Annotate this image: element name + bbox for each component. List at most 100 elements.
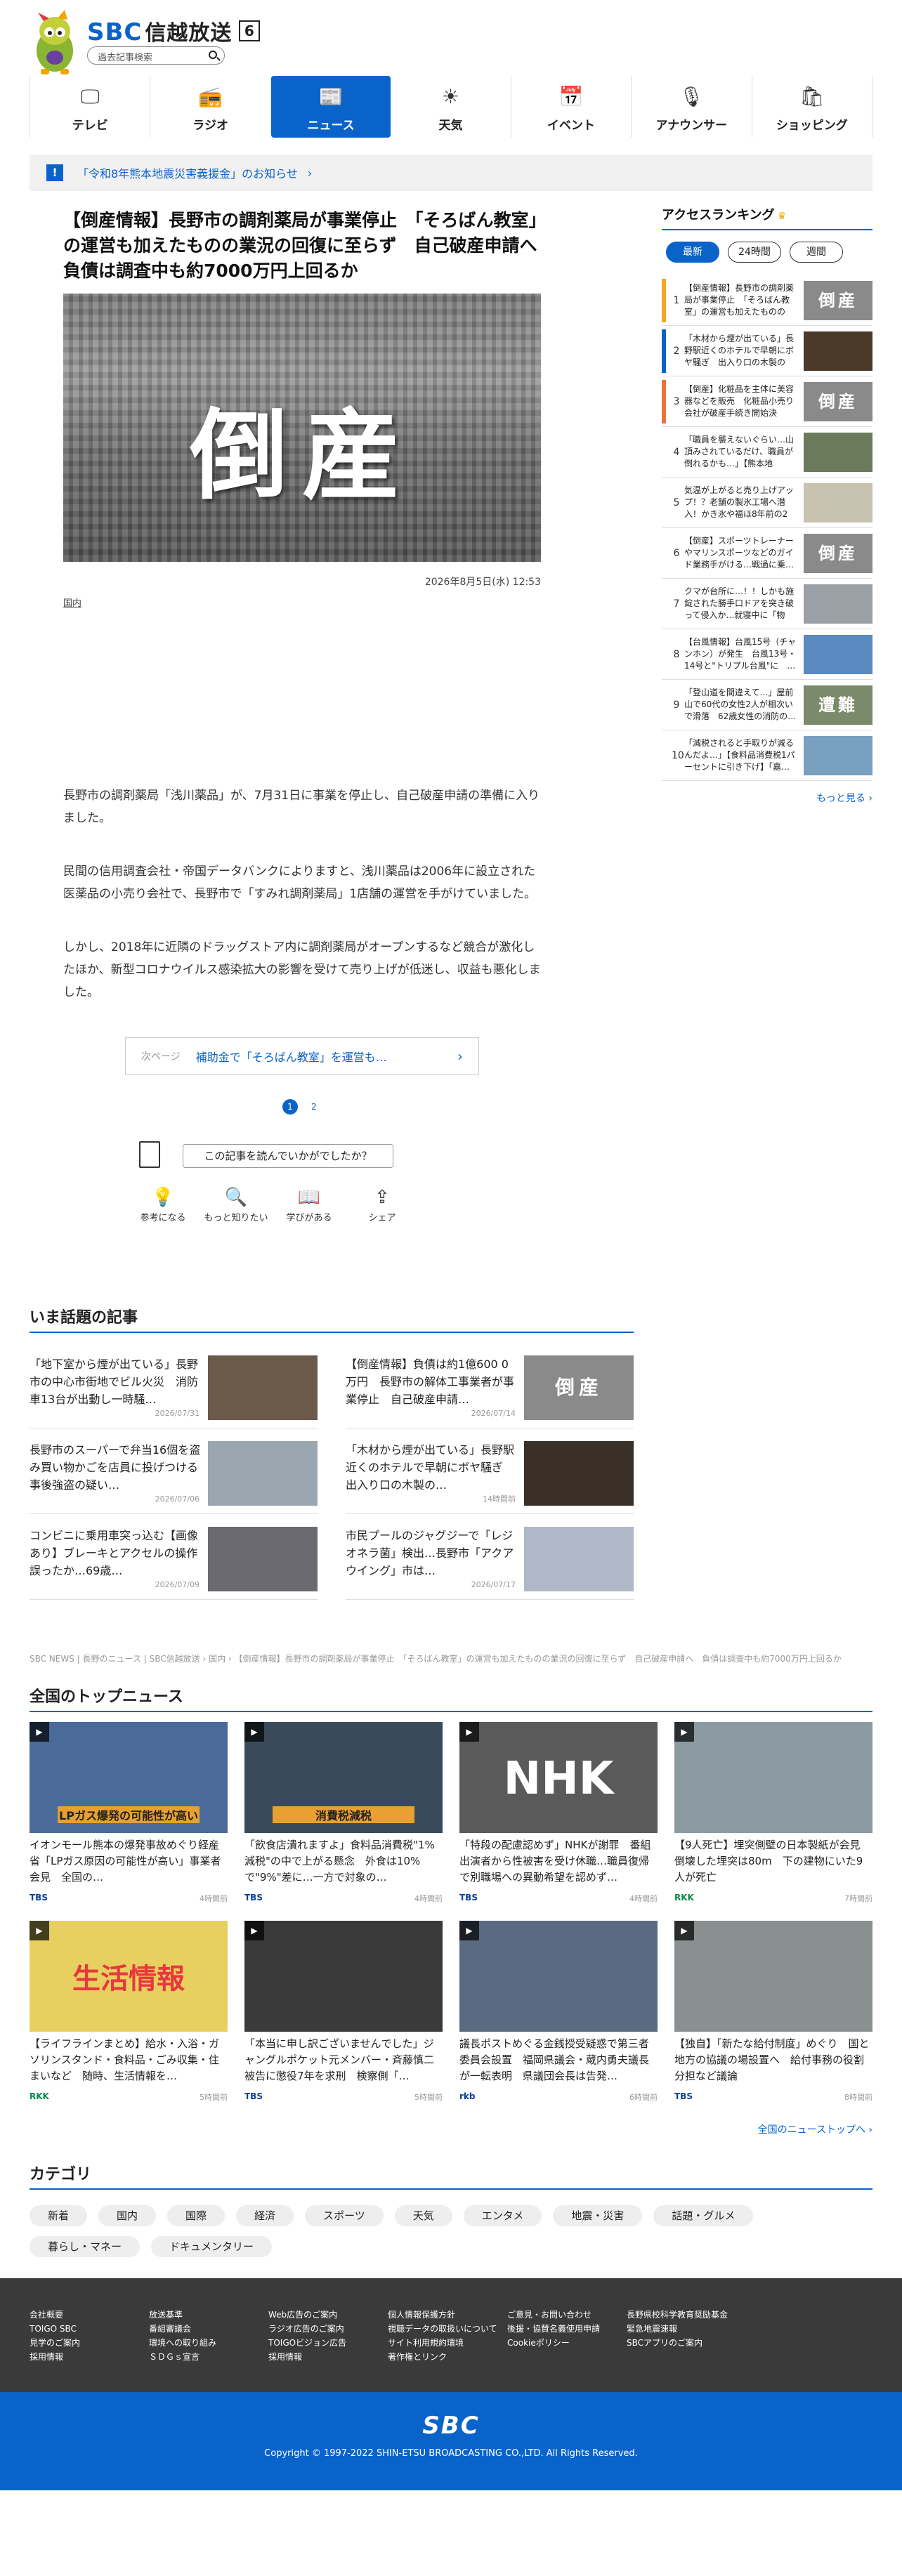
category-chip[interactable]: 経済 — [236, 2205, 294, 2226]
footer-link[interactable]: 視聴データの取扱いについて — [388, 2322, 507, 2336]
footer-link[interactable]: 番組審議会 — [149, 2322, 268, 2336]
search-icon[interactable] — [209, 51, 217, 59]
feedback-button[interactable]: 🔍 もっと知りたい — [200, 1185, 273, 1223]
footer-link[interactable]: 見学のご案内 — [30, 2336, 149, 2350]
tab-weekly[interactable]: 週間 — [790, 242, 843, 263]
footer-link[interactable]: 著作権とリンク — [388, 2350, 507, 2364]
national-news-item[interactable]: ▶ 議長ポストめぐる金銭授受疑惑で第三者委員会設置 福岡県議会・蔵内勇夫議長が一転… — [459, 1921, 658, 2103]
feedback-button[interactable]: 💡 参考になる — [126, 1185, 200, 1223]
footer-link[interactable]: 会社概要 — [30, 2308, 149, 2322]
nav-item-3[interactable]: ☀ 天気 — [391, 76, 511, 138]
ranking-item[interactable]: 10 「減税されると手取りが減るんだよ…」【食料品消費税1パーセントに引き下げ】「… — [662, 730, 872, 781]
chevron-right-icon: › — [457, 1048, 463, 1065]
next-page-link[interactable]: 次ページ 補助金で「そろばん教室」を運営も… › — [125, 1037, 479, 1075]
article-title: 【倒産情報】長野市の調剤薬局が事業停止 「そろばん教室」の運営も加えたものの業況… — [63, 210, 555, 281]
footer-link[interactable]: 個人情報保護方針 — [388, 2308, 507, 2322]
ranking-item[interactable]: 5 気温が上がると売り上げアップ！？老舗の製氷工場へ潜入！かき氷や福ほ8年前の2回… — [662, 478, 872, 528]
nav-item-6[interactable]: 🛍 ショッピング — [752, 76, 872, 138]
category-chip[interactable]: ドキュメンタリー — [151, 2236, 273, 2257]
trending-item[interactable]: 「地下室から煙が出ている」長野市の中心市街地でビル火災 消防車13台が出動し一時… — [30, 1343, 318, 1428]
footer-link[interactable]: 採用情報 — [268, 2350, 388, 2364]
footer-link[interactable]: ご意見・お問い合わせ — [507, 2308, 627, 2322]
category-chip[interactable]: 地震・災害 — [553, 2205, 643, 2226]
footer-link[interactable]: 長野県校科学教育奨励基金 — [627, 2308, 746, 2322]
national-news-item[interactable]: ▶ NHK 「特段の配慮認めず」NHKが謝罪 番組出演者から性被害を受け休職…職員復… — [459, 1722, 658, 1904]
ranking-item[interactable]: 2 「木材から煙が出ている」長野駅近くのホテルで早朝にボヤ騒ぎ 出入り口の木製の扉… — [662, 326, 872, 376]
trending-item[interactable]: 【倒産情報】負債は約1億600 0万円 長野市の解体工事業者が事業停止 自己破産… — [346, 1343, 634, 1428]
category-chip[interactable]: 新着 — [30, 2205, 88, 2226]
site-logo[interactable]: SBC 信越放送 6 — [87, 15, 261, 46]
footer-link[interactable]: 緊急地震速報 — [627, 2322, 746, 2336]
search-input[interactable]: 過去記事検索 — [87, 46, 225, 65]
category-chip[interactable]: 暮らし・マネー — [30, 2236, 140, 2257]
feedback-button[interactable]: ⇪ シェア — [346, 1185, 419, 1223]
footer-link[interactable]: ＳＤＧｓ宣言 — [149, 2350, 268, 2364]
ranking-item[interactable]: 9 「登山道を間違えて…」屋前山で60代の女性2人が相次いで滑落 62歳女性の消防… — [662, 680, 872, 730]
tab-latest[interactable]: 最新 — [666, 242, 719, 263]
page-1[interactable]: 1 — [282, 1099, 298, 1115]
national-news-item[interactable]: ▶ LPガス爆発の可能性が高い イオンモール熊本の爆発事故めぐり経産省「LPガス原因… — [30, 1722, 228, 1904]
article-category-link[interactable]: 国内 — [63, 596, 541, 609]
trending-item[interactable]: 長野市のスーパーで弁当16個を盗み買い物かごを店員に投げつける 事後強盗の疑い…… — [30, 1428, 318, 1514]
footer-logo[interactable]: SBC — [0, 2412, 902, 2440]
page-2[interactable]: 2 — [306, 1099, 322, 1115]
national-news-item[interactable]: ▶ 【9人死亡】埋突側壁の日本製紙が会見 倒壊した埋突は80m 下の建物にいた9人… — [674, 1722, 872, 1904]
alert-icon: ! — [46, 164, 63, 181]
site-header: SBC 信越放送 6 過去記事検索 — [0, 0, 902, 76]
trending-item[interactable]: 市民プールのジャグジーで「レジオネラ菌」検出…長野市「アクアウイング」市は… 20… — [346, 1514, 634, 1600]
nav-item-4[interactable]: 📅 イベント — [511, 76, 632, 138]
news-source: TBS — [30, 1893, 48, 1903]
footer-link[interactable]: 環境への取り組み — [149, 2336, 268, 2350]
trending-item[interactable]: コンビニに乗用車突っ込む【画像あり】ブレーキとアクセルの操作誤ったか…69歳… 2… — [30, 1514, 318, 1600]
trending-headline: 【倒産情報】負債は約1億600 0万円 長野市の解体工事業者が事業停止 自己破産… — [346, 1358, 515, 1406]
nav-item-2[interactable]: 📰 ニュース — [270, 76, 391, 138]
breadcrumb[interactable]: SBC NEWS | 長野のニュース | SBC信越放送 › 国内 › 【倒産情… — [30, 1652, 872, 1664]
category-chip[interactable]: 話題・グルメ — [653, 2205, 754, 2226]
ranking-item[interactable]: 6 【倒産】スポーツトレーナーやマリンスポーツなどのガイド業務手がける…戦過に乗…… — [662, 528, 872, 579]
rank-headline: クマが台所に…！！しかも施錠された勝手口ドアを突き破って侵入か…就寝中に「物音… — [684, 586, 795, 620]
news-time: 4時間前 — [414, 1894, 443, 1903]
footer-link[interactable]: 放送基準 — [149, 2308, 268, 2322]
footer-link[interactable]: TOIGO SBC — [30, 2322, 149, 2336]
national-news-item[interactable]: ▶ 「本当に申し訳ございませんでした」ジャングルポケット元メンバー・斉藤慎二被告に… — [244, 1921, 443, 2103]
footer-column: 個人情報保護方針 視聴データの取扱いについて サイト利用規約環境 著作権とリンク — [388, 2308, 507, 2364]
feedback-button[interactable]: 📖 学びがある — [273, 1185, 346, 1223]
feedback-label: シェア — [368, 1213, 396, 1223]
category-chip[interactable]: 国際 — [167, 2205, 226, 2226]
nav-item-0[interactable]: 🖵 テレビ — [30, 76, 151, 138]
category-chip[interactable]: 国内 — [98, 2205, 157, 2226]
footer-link[interactable]: ラジオ広告のご案内 — [268, 2322, 388, 2336]
category-chip[interactable]: 天気 — [394, 2205, 452, 2226]
footer-link[interactable]: サイト利用規約環境 — [388, 2336, 507, 2350]
rank-number: 1 — [673, 294, 680, 306]
rank-number: 9 — [673, 699, 680, 711]
category-chip[interactable]: スポーツ — [305, 2205, 384, 2226]
category-chip[interactable]: エンタメ — [463, 2205, 542, 2226]
trending-item[interactable]: 「木材から煙が出ている」長野駅近くのホテルで早朝にボヤ騒ぎ 出入り口の木製の… 1… — [346, 1428, 634, 1514]
notice-banner[interactable]: ! 「令和8年熊本地震災害義援金」のお知らせ › — [30, 155, 872, 191]
nav-item-5[interactable]: 🎙 アナウンサー — [632, 76, 752, 138]
nav-label: テレビ — [72, 119, 108, 133]
national-news-item[interactable]: ▶ 【独自】「新たな給付制度」めぐり 国と地方の協議の場設置へ 給付事務の役割分担… — [674, 1921, 872, 2103]
mascot-logo[interactable] — [30, 10, 80, 76]
ranking-more-link[interactable]: もっと見る › — [662, 791, 872, 805]
ranking-item[interactable]: 3 【倒産】化粧品を主体に美容器などを販売 化粧品小売り会社が破産手続き開始決定 … — [662, 376, 872, 427]
feedback-label: もっと知りたい — [204, 1213, 268, 1223]
footer-link[interactable]: 後援・協賛名義使用申請 — [507, 2322, 627, 2336]
footer-link[interactable]: Web広告のご案内 — [268, 2308, 388, 2322]
news-time: 6時間前 — [629, 2093, 658, 2102]
ranking-item[interactable]: 7 クマが台所に…！！しかも施錠された勝手口ドアを突き破って侵入か…就寝中に「物音… — [662, 579, 872, 629]
footer-link[interactable]: Cookieポリシー — [507, 2336, 627, 2350]
footer-link[interactable]: TOIGOビジョン広告 — [268, 2336, 388, 2350]
national-news-item[interactable]: ▶ 生活情報 【ライフラインまとめ】給水・入浴・ガソリンスタンド・食料品・ごみ収集・… — [30, 1921, 228, 2103]
tab-24h[interactable]: 24時間 — [728, 242, 781, 263]
footer-link[interactable]: SBCアプリのご案内 — [627, 2336, 746, 2350]
national-news-item[interactable]: ▶ 消費税減税 「飲食店潰れますよ」食料品消費税"1%減税"の中で上がる懸念 外食は… — [244, 1722, 443, 1904]
footer-link[interactable]: 採用情報 — [30, 2350, 149, 2364]
ranking-item[interactable]: 1 【倒産情報】長野市の調剤薬局が事業停止 「そろばん教室」の運営も加えたものの業… — [662, 275, 872, 326]
national-more-link[interactable]: 全国のニューストップへ › — [30, 2122, 872, 2136]
nav-item-1[interactable]: 📻 ラジオ — [150, 76, 271, 138]
ranking-item[interactable]: 4 「職員を襲えないぐらい…山頂みされているだけ、職員が倒れるかも…」【熊本地震】… — [662, 427, 872, 478]
article-image-caption: 倒産 — [189, 398, 414, 513]
ranking-item[interactable]: 8 【台風情報】台風15号（チャンホン）が発生 台風13号・14号と"トリプル台風… — [662, 629, 872, 680]
